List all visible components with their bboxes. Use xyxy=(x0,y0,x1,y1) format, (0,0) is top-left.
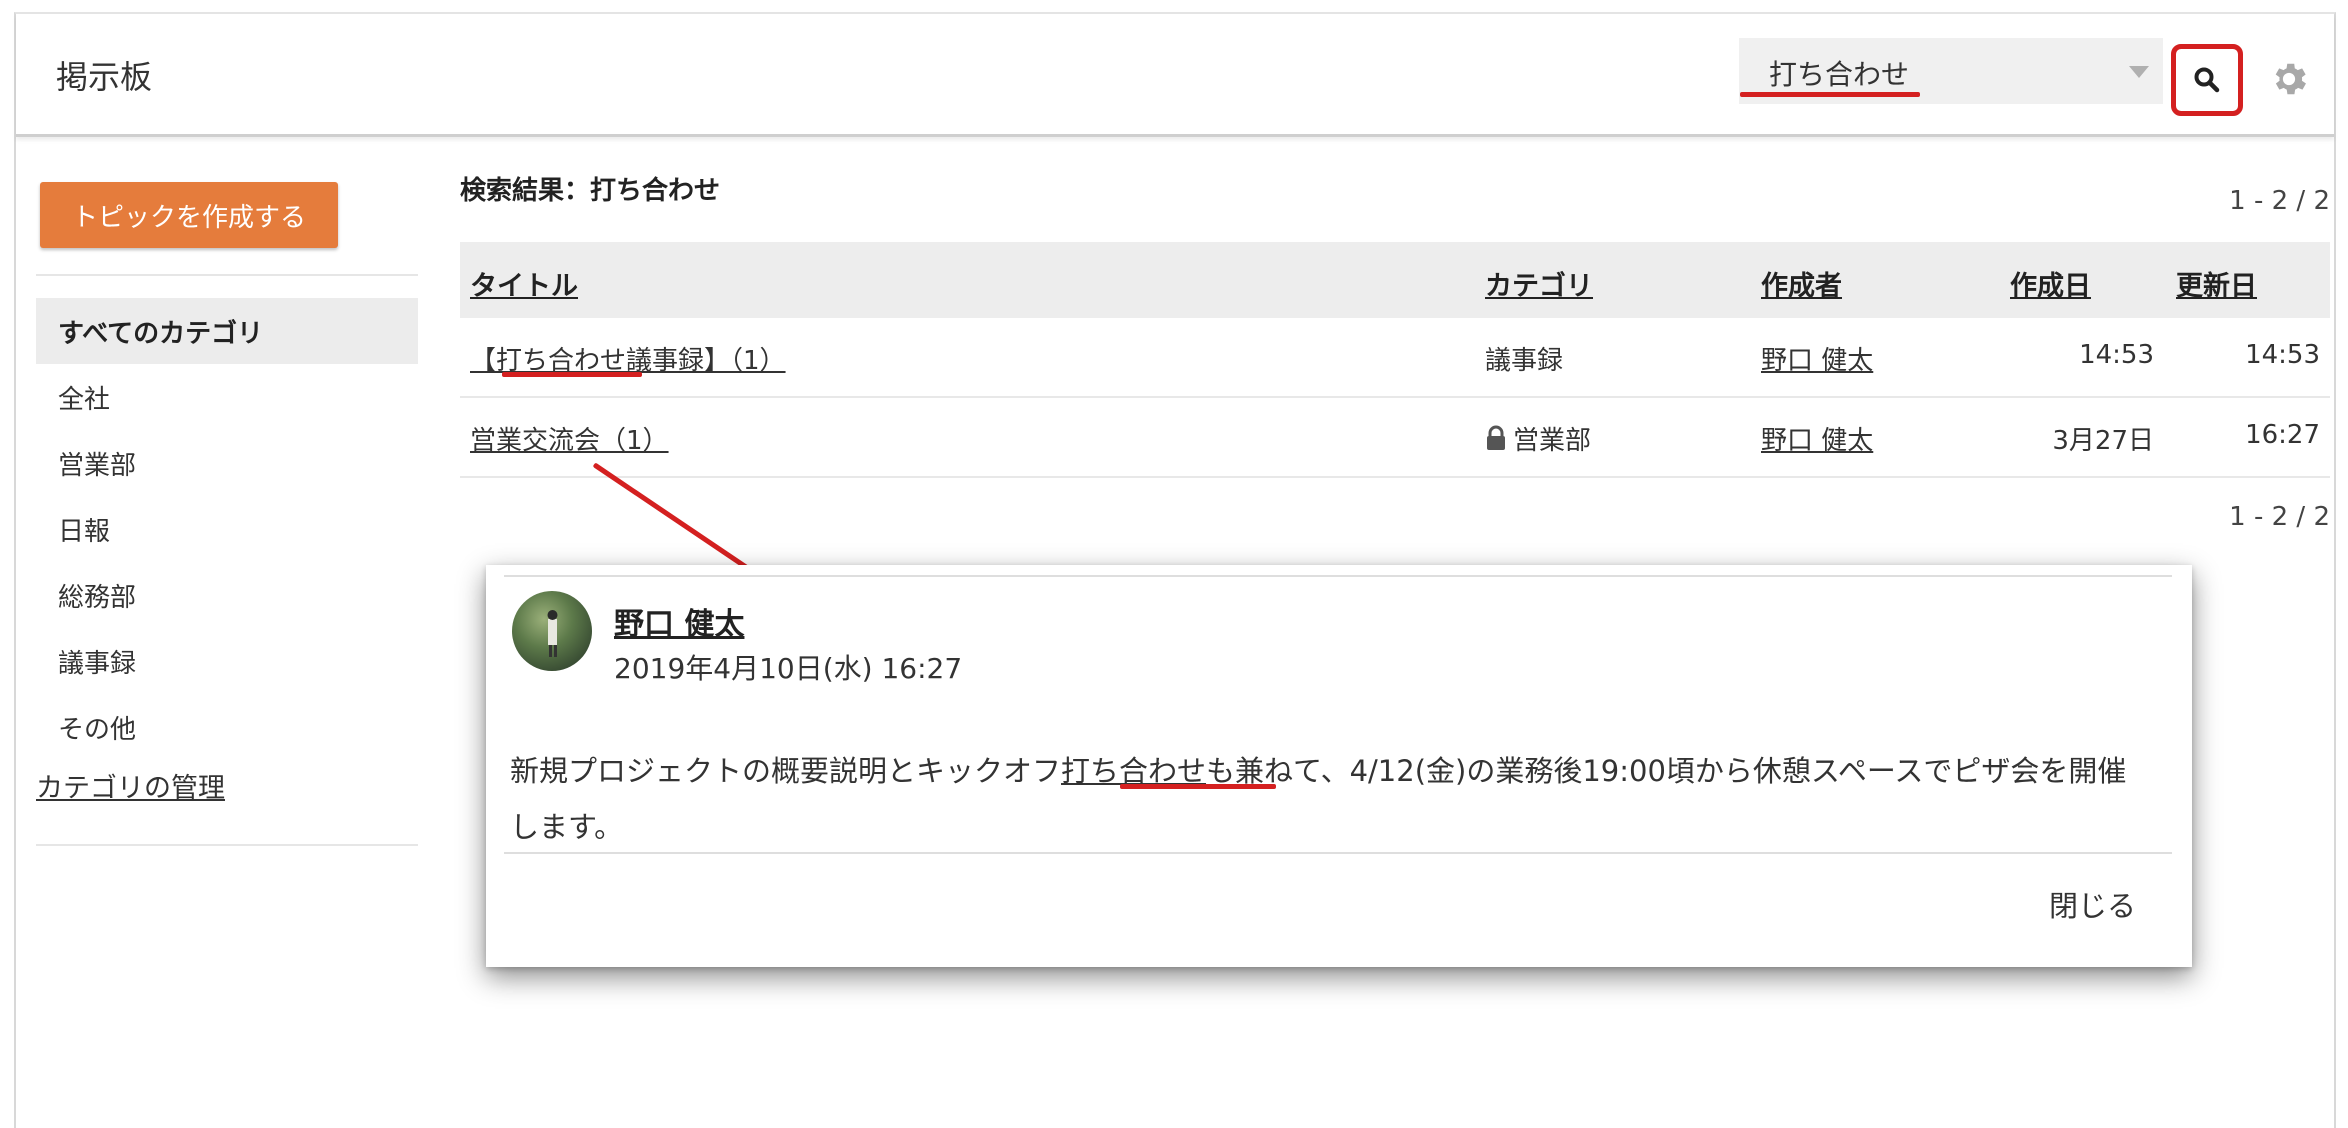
app-header: 掲示板 打ち合わせ xyxy=(16,14,2334,137)
search-icon xyxy=(2194,67,2220,93)
chevron-down-icon[interactable] xyxy=(2129,66,2149,78)
sidebar-item-all-categories[interactable]: すべてのカテゴリ xyxy=(36,298,418,364)
topic-category-cell: 営業部 xyxy=(1485,420,1591,457)
pager-top: 1 - 2 / 2 xyxy=(2229,186,2330,216)
popup-top-rule xyxy=(504,575,2172,577)
search-annotation-underline xyxy=(1740,92,1920,97)
topic-updated: 14:53 xyxy=(2245,340,2320,370)
pager-bottom: 1 - 2 / 2 xyxy=(2229,502,2330,532)
topic-category: 営業部 xyxy=(1513,426,1592,456)
topic-created: 3月27日 xyxy=(2052,426,2154,456)
lock-icon xyxy=(1487,425,1505,450)
popup-author-link[interactable]: 野口 健太 xyxy=(614,599,744,643)
sidebar-item-sales[interactable]: 営業部 xyxy=(36,430,418,496)
table-header: タイトル カテゴリ 作成者 作成日 更新日 xyxy=(460,242,2330,318)
topic-author-link[interactable]: 野口 健太 xyxy=(1761,420,1873,457)
sidebar-item-general-affairs[interactable]: 総務部 xyxy=(36,562,418,628)
table-row: 【打ち合わせ議事録】（1） 議事録 野口 健太 14:53 14:53 xyxy=(460,318,2330,398)
body-annotation-underline xyxy=(1120,784,1276,789)
highlighted-keyword: 打ち合わせ xyxy=(1061,754,1207,788)
topic-author-link[interactable]: 野口 健太 xyxy=(1761,340,1873,377)
popup-bottom-rule xyxy=(504,852,2172,854)
sidebar-item-other[interactable]: その他 xyxy=(36,694,418,760)
column-created[interactable]: 作成日 xyxy=(2010,264,2091,303)
topic-category: 議事録 xyxy=(1485,346,1564,376)
title-annotation-underline xyxy=(502,372,642,377)
table-row: 営業交流会（1） 営業部 野口 健太 3月27日 16:27 xyxy=(460,398,2330,478)
column-category[interactable]: カテゴリ xyxy=(1485,264,1593,303)
create-topic-button[interactable]: トピックを作成する xyxy=(40,182,338,248)
search-results-title: 検索結果：打ち合わせ xyxy=(460,176,721,206)
sidebar-divider-bottom xyxy=(36,844,418,846)
topic-preview-popup: 野口 健太 2019年4月10日(水) 16:27 新規プロジェクトの概要説明と… xyxy=(486,565,2192,967)
sidebar-divider xyxy=(36,274,418,276)
search-input-value[interactable]: 打ち合わせ xyxy=(1769,53,1909,93)
topic-title-link[interactable]: 営業交流会（1） xyxy=(470,420,669,457)
sidebar-item-daily-report[interactable]: 日報 xyxy=(36,496,418,562)
column-title[interactable]: タイトル xyxy=(470,264,578,303)
sidebar-item-company[interactable]: 全社 xyxy=(36,364,418,430)
column-updated[interactable]: 更新日 xyxy=(2176,264,2257,303)
column-author[interactable]: 作成者 xyxy=(1761,264,1842,303)
avatar-figure xyxy=(547,610,558,657)
sidebar-item-minutes[interactable]: 議事録 xyxy=(36,628,418,694)
popup-body: 新規プロジェクトの概要説明とキックオフ打ち合わせも兼ねて、4/12(金)の業務後… xyxy=(510,754,2127,844)
popup-date: 2019年4月10日(水) 16:27 xyxy=(614,652,963,685)
search-button[interactable] xyxy=(2171,44,2243,116)
topic-updated: 16:27 xyxy=(2245,420,2320,450)
app-title: 掲示板 xyxy=(56,58,153,96)
gear-icon[interactable] xyxy=(2268,58,2310,100)
close-button[interactable]: 閉じる xyxy=(2049,883,2136,925)
avatar xyxy=(512,591,592,671)
category-manage-link[interactable]: カテゴリの管理 xyxy=(36,766,225,805)
topic-created: 14:53 xyxy=(2079,340,2154,370)
